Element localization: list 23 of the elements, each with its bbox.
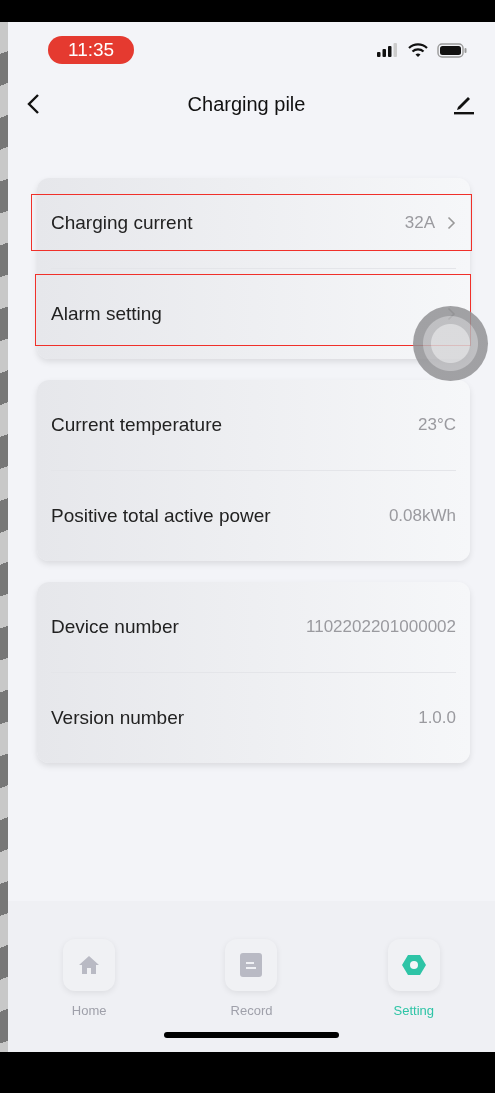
row-value: 1102202201000002 <box>306 617 456 637</box>
tab[interactable]: Record <box>170 939 333 1018</box>
row-value: 32A <box>404 213 435 233</box>
signal-icon <box>377 43 399 57</box>
page-title: Charging pile <box>187 92 306 116</box>
battery-icon <box>437 42 467 58</box>
house-icon <box>78 955 101 975</box>
row-label: Device number <box>51 616 179 638</box>
wifi-icon <box>408 43 428 57</box>
row-label: Alarm setting <box>51 303 162 325</box>
row-value: 1.0.0 <box>418 708 456 728</box>
row-label: Positive total active power <box>51 505 271 527</box>
row-value: 23°C <box>418 415 456 435</box>
chevron-icon <box>447 216 456 230</box>
row-value: 0.08kWh <box>388 506 456 526</box>
hexagon-icon <box>401 954 426 976</box>
tab[interactable]: Setting <box>332 939 495 1018</box>
row-label: Current temperature <box>51 414 223 436</box>
status-time: 11:35 <box>48 36 135 64</box>
document-icon <box>240 953 263 977</box>
tab[interactable]: Home <box>8 939 171 1018</box>
row-label: Version number <box>51 707 185 729</box>
row-label: Charging current <box>51 212 193 234</box>
